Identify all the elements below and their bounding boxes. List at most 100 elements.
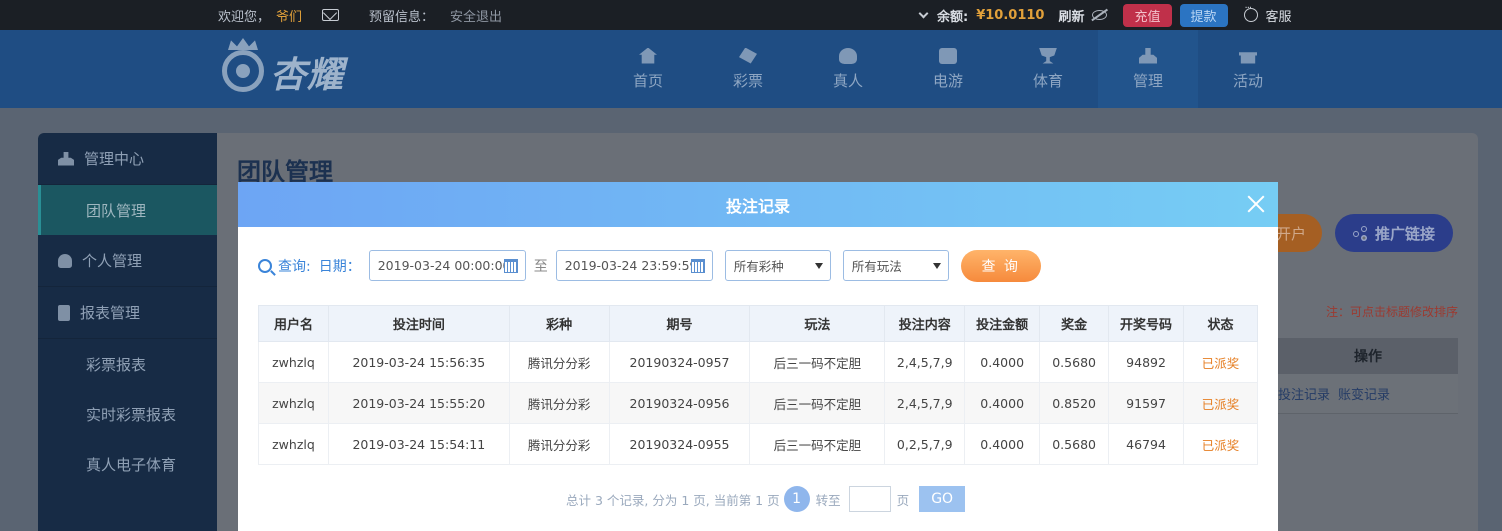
sidebar-group-label: 管理中心	[84, 150, 145, 168]
mail-icon[interactable]	[322, 9, 340, 21]
site-logo[interactable]: 杏耀	[220, 38, 344, 100]
col-status: 状态	[1183, 305, 1258, 342]
filter-bar: 查询: 日期： 2019-03-24 00:00:00 至 2019-03-24…	[258, 249, 1041, 282]
col-username: 用户名	[258, 305, 329, 342]
calendar-icon[interactable]	[503, 259, 518, 273]
cell-lottery: 腾讯分分彩	[508, 423, 610, 465]
user-info: 欢迎您， 爷们 预留信息： 安全退出	[218, 0, 502, 30]
username-link[interactable]: 爷们	[276, 6, 302, 25]
nav-label: 活动	[1232, 71, 1263, 90]
slot-game-icon	[939, 47, 957, 64]
cell-play: 后三一码不定胆	[749, 423, 886, 465]
gift-icon	[1239, 52, 1257, 64]
cell-bet-time: 2019-03-24 15:55:20	[327, 382, 510, 424]
go-button[interactable]: GO	[919, 486, 966, 512]
cell-username: zwhzlq	[258, 341, 329, 383]
table-header-row: 用户名 投注时间 彩种 期号 玩法 投注内容 投注金额 奖金 开奖号码 状态	[258, 305, 1258, 342]
promo-link-button[interactable]: 推广链接	[1335, 214, 1453, 252]
sidebar-group-reports[interactable]: 报表管理	[38, 287, 217, 339]
close-icon[interactable]	[1246, 194, 1266, 214]
logout-link[interactable]: 安全退出	[450, 6, 502, 25]
nav-egame[interactable]: 电游	[898, 30, 998, 108]
table-row: zwhzlq 2019-03-24 15:56:35 腾讯分分彩 2019032…	[258, 341, 1258, 383]
ticket-icon	[739, 47, 757, 64]
nav-lottery[interactable]: 彩票	[698, 30, 798, 108]
start-date-input[interactable]: 2019-03-24 00:00:00	[368, 250, 526, 281]
live-dealer-icon	[839, 47, 857, 64]
users-icon	[58, 151, 74, 166]
report-icon	[58, 304, 70, 321]
date-label: 日期：	[318, 258, 361, 275]
pager-summary: 总计 3 个记录, 分为 1 页, 当前第 1 页	[566, 492, 780, 508]
sidebar-item-realtime-lottery-report[interactable]: 实时彩票报表	[38, 389, 217, 439]
query-label: 查询:	[278, 258, 311, 275]
cell-prize: 0.8520	[1039, 382, 1110, 424]
customer-service-link[interactable]: 客服	[1266, 6, 1292, 25]
sidebar-group-manage[interactable]: 管理中心	[38, 133, 217, 185]
sidebar-group-personal[interactable]: 个人管理	[38, 235, 217, 287]
query-button[interactable]: 查 询	[960, 249, 1041, 282]
nav-home[interactable]: 首页	[598, 30, 698, 108]
cell-draw-number: 46794	[1108, 423, 1185, 465]
jump-to-label: 转至	[815, 492, 841, 508]
nav-label: 首页	[632, 71, 663, 90]
play-type-select[interactable]: 所有玩法	[842, 250, 949, 281]
modal-header: 投注记录	[238, 182, 1278, 227]
end-date-input[interactable]: 2019-03-24 23:59:59	[555, 250, 713, 281]
chat-icon[interactable]	[1243, 3, 1258, 22]
nav-activity[interactable]: 活动	[1198, 30, 1298, 108]
chevron-down-icon[interactable]	[918, 8, 929, 18]
cell-amount: 0.4000	[964, 382, 1041, 424]
trophy-icon	[1039, 47, 1057, 64]
cell-username: zwhzlq	[258, 423, 329, 465]
bet-record-table: 用户名 投注时间 彩种 期号 玩法 投注内容 投注金额 奖金 开奖号码 状态 z…	[258, 305, 1258, 465]
sidebar-item-team-manage[interactable]: 团队管理	[38, 185, 217, 235]
current-page-button[interactable]: 1	[783, 486, 810, 512]
withdraw-button[interactable]: 提款	[1179, 3, 1228, 27]
nav-label: 管理	[1132, 71, 1163, 90]
nav-manage[interactable]: 管理	[1098, 30, 1198, 108]
cell-play: 后三一码不定胆	[749, 382, 886, 424]
recharge-button[interactable]: 充值	[1123, 3, 1172, 27]
refresh-button[interactable]: 刷新	[1058, 6, 1084, 25]
sidebar-item-lottery-report[interactable]: 彩票报表	[38, 339, 217, 389]
sidebar-item-live-sports-report[interactable]: 真人电子体育	[38, 439, 217, 489]
cell-issue: 20190324-0957	[608, 341, 751, 383]
account-change-link[interactable]: 账变记录	[1338, 384, 1390, 403]
reserve-info[interactable]: 预留信息：	[369, 6, 434, 25]
account-actions: 余额: ¥10.0110 刷新 充值 提款 客服	[916, 0, 1292, 30]
main-nav: 首页 彩票 真人 电游 体育 管理 活动	[598, 30, 1298, 108]
lottery-type-select[interactable]: 所有彩种	[724, 250, 831, 281]
table-row: zwhzlq 2019-03-24 15:54:11 腾讯分分彩 2019032…	[258, 423, 1258, 465]
balance-label: 余额:	[937, 9, 969, 25]
nav-sports[interactable]: 体育	[998, 30, 1098, 108]
share-icon	[1352, 226, 1367, 240]
col-play: 玩法	[749, 305, 886, 342]
bet-record-link[interactable]: 投注记录	[1278, 384, 1330, 403]
cell-play: 后三一码不定胆	[749, 341, 886, 383]
col-content: 投注内容	[884, 305, 966, 342]
search-icon	[258, 258, 272, 273]
cell-draw-number: 94892	[1108, 341, 1185, 383]
cell-status: 已派奖	[1183, 341, 1258, 383]
end-date-value: 2019-03-24 23:59:59	[564, 258, 698, 273]
brand-name: 杏耀	[270, 55, 345, 96]
table-row: zwhzlq 2019-03-24 15:55:20 腾讯分分彩 2019032…	[258, 382, 1258, 424]
cell-issue: 20190324-0956	[608, 382, 751, 424]
nav-live[interactable]: 真人	[798, 30, 898, 108]
page-jump-input[interactable]	[848, 486, 891, 512]
col-prize: 奖金	[1039, 305, 1110, 342]
logo-emblem-icon	[220, 38, 266, 100]
welcome-text: 欢迎您，	[218, 9, 271, 25]
eye-hidden-icon[interactable]	[1092, 10, 1108, 20]
cell-draw-number: 91597	[1108, 382, 1185, 424]
balance-value: ¥10.0110	[976, 7, 1045, 23]
to-label: 至	[533, 258, 548, 275]
modal-title: 投注记录	[725, 196, 790, 216]
cell-amount: 0.4000	[964, 341, 1041, 383]
ops-column-header[interactable]: 操作	[1278, 338, 1458, 374]
cell-lottery: 腾讯分分彩	[508, 382, 610, 424]
cell-issue: 20190324-0955	[608, 423, 751, 465]
col-bet-time: 投注时间	[327, 305, 510, 342]
calendar-icon[interactable]	[690, 259, 705, 273]
